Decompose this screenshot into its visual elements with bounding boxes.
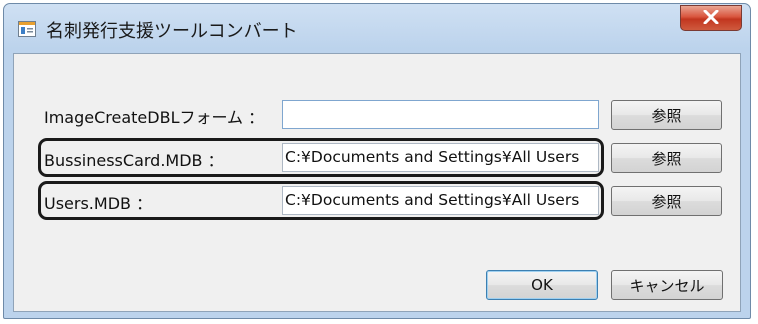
- imagecreatedbl-path-field[interactable]: [282, 100, 599, 129]
- users-mdb-path-field[interactable]: C:¥Documents and Settings¥All Users: [282, 186, 599, 215]
- bussinesscard-mdb-label: BussinessCard.MDB ：: [44, 151, 224, 170]
- ok-button[interactable]: OK: [486, 270, 598, 300]
- cancel-button[interactable]: キャンセル: [611, 270, 723, 300]
- bussinesscard-mdb-path-field[interactable]: C:¥Documents and Settings¥All Users: [282, 143, 599, 172]
- dialog-client-area: ImageCreateDBLフォーム ： 参照 BussinessCard.MD…: [13, 53, 741, 312]
- users-mdb-browse-button[interactable]: 参照: [611, 186, 722, 216]
- app-window-icon: [18, 21, 36, 37]
- close-button[interactable]: [680, 5, 742, 31]
- users-mdb-label: Users.MDB ：: [44, 194, 153, 213]
- imagecreatedbl-browse-button[interactable]: 参照: [611, 100, 722, 130]
- window-title: 名刺発行支援ツールコンバート: [46, 21, 298, 42]
- dialog-window: 名刺発行支援ツールコンバート ImageCreateDBLフォーム ： 参照 B…: [3, 3, 751, 319]
- title-bar[interactable]: 名刺発行支援ツールコンバート: [4, 4, 750, 50]
- close-icon: [703, 9, 719, 28]
- bussinesscard-mdb-browse-button[interactable]: 参照: [611, 143, 722, 173]
- imagecreatedbl-label: ImageCreateDBLフォーム ：: [44, 108, 265, 127]
